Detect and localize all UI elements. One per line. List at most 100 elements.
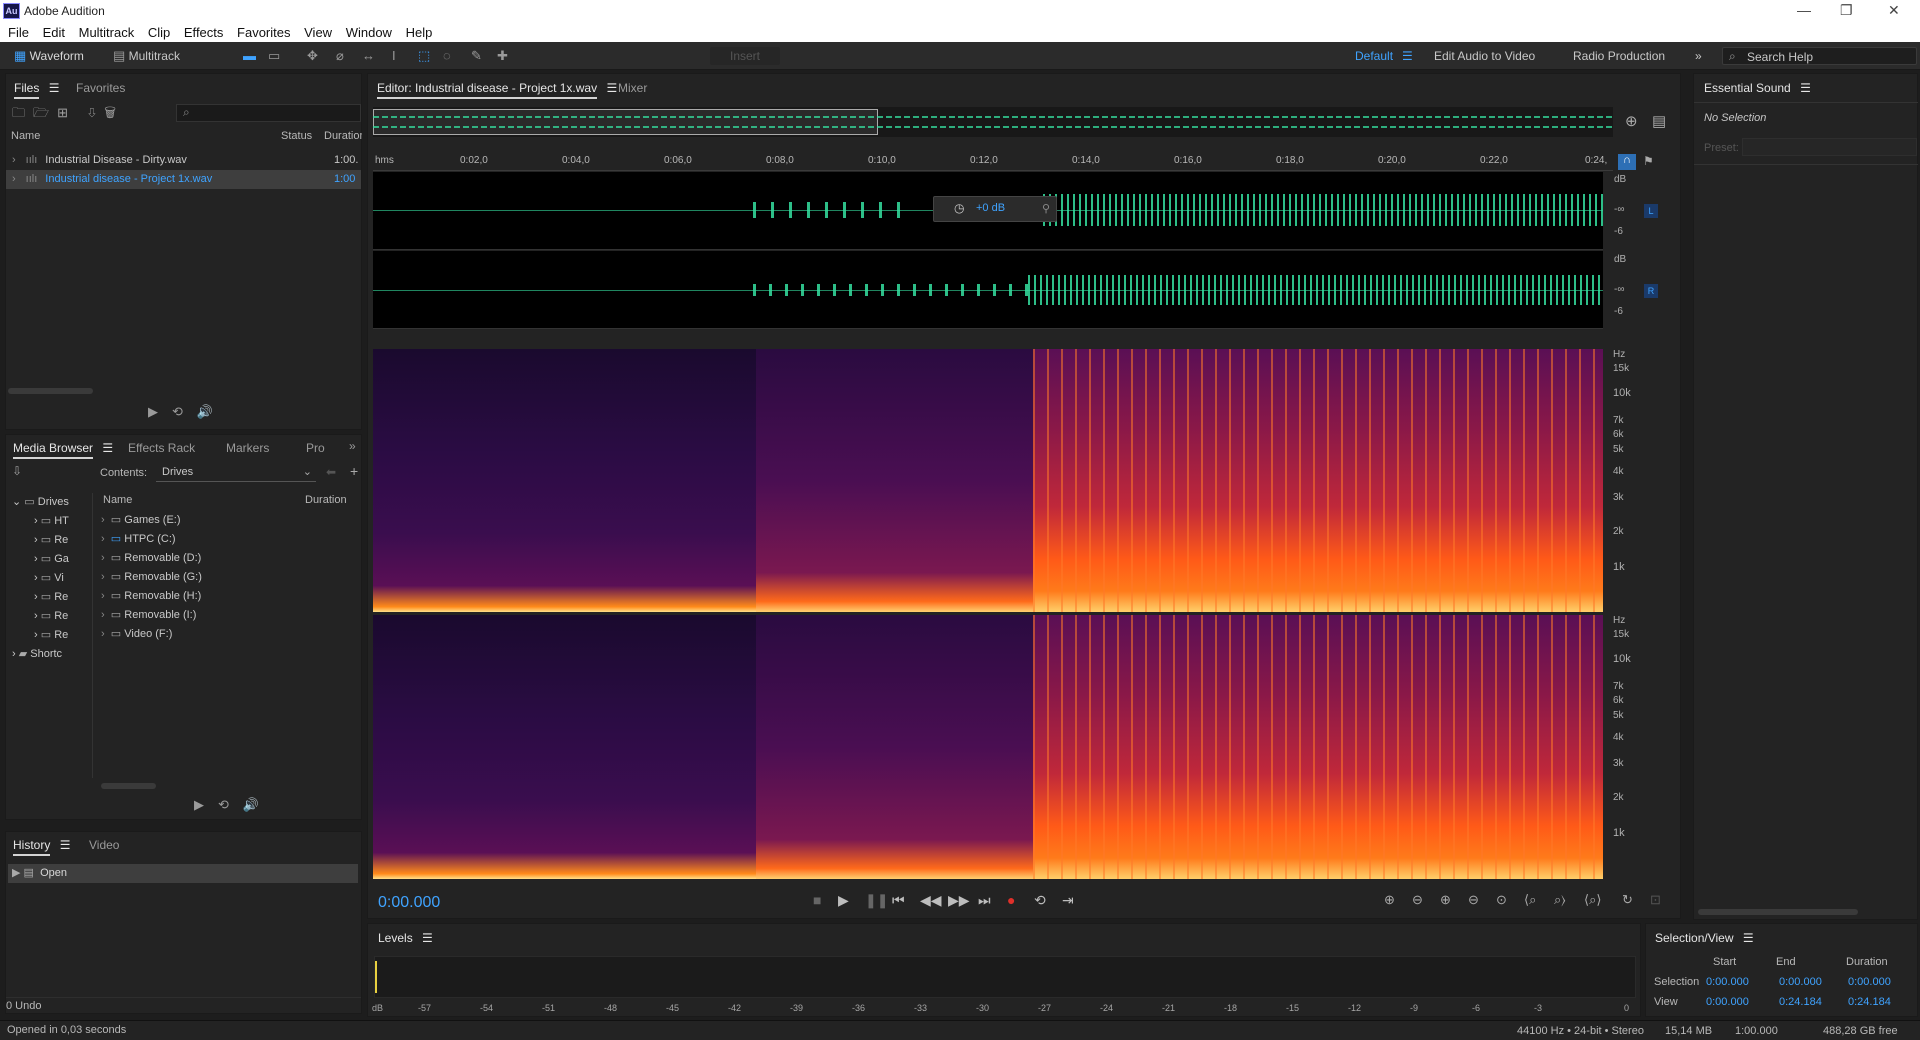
waveform-left-channel[interactable]: ◷ +0 dB ⚲ — [373, 172, 1603, 250]
skip-end-icon[interactable]: ⏭ — [978, 892, 991, 909]
tool-lasso-icon[interactable]: ◌ — [443, 47, 451, 65]
drive-row[interactable]: › ▭ Games (E:) — [101, 511, 361, 530]
menu-help[interactable]: Help — [406, 22, 433, 40]
tab-levels[interactable]: Levels ☰ — [378, 931, 433, 945]
view-end[interactable]: 0:24.184 — [1779, 996, 1822, 1008]
waveform-right-channel[interactable] — [373, 251, 1603, 329]
tool-marquee-icon[interactable]: ⬚ — [418, 47, 430, 65]
tab-selection-view[interactable]: Selection/View ☰ — [1655, 931, 1754, 945]
tab-properties[interactable]: Pro — [306, 441, 325, 455]
col-name[interactable]: Name — [103, 494, 132, 506]
overview-view-box[interactable] — [373, 109, 878, 135]
essential-scrollbar[interactable] — [1698, 909, 1858, 915]
zoom-target-icon[interactable]: ⊕ — [1625, 112, 1638, 130]
workspace-radio-production[interactable]: Radio Production — [1573, 47, 1665, 65]
file-row[interactable]: › ıılı Industrial Disease - Dirty.wav 1:00… — [6, 151, 361, 170]
drive-row[interactable]: › ▭ HTPC (C:) — [101, 530, 361, 549]
history-item[interactable]: ▶ ▤ Open — [8, 864, 358, 883]
loop-icon[interactable]: ⟲ — [1034, 892, 1046, 909]
tree-item[interactable]: › ▭ Re — [6, 531, 92, 550]
drive-row[interactable]: › ▭ Video (F:) — [101, 625, 361, 644]
pause-icon[interactable]: ❚❚ — [865, 892, 888, 909]
waveform-view-button[interactable]: ▦ Waveform — [14, 47, 84, 65]
menu-edit[interactable]: Edit — [43, 22, 65, 40]
multitrack-view-button[interactable]: ▤ Multitrack — [113, 47, 180, 65]
zoom-reset-icon[interactable]: ↻ — [1622, 892, 1633, 908]
files-search-input[interactable]: ⌕ — [176, 104, 361, 122]
zoom-in-time-icon[interactable]: ⊕ — [1440, 892, 1451, 908]
tool-spectral-icon[interactable]: ▬ — [243, 47, 256, 65]
workspace-menu-icon[interactable]: ☰ — [1402, 47, 1413, 65]
zoom-selection-icon[interactable]: ⊙ — [1496, 892, 1507, 908]
hud-gain-control[interactable]: ◷ +0 dB ⚲ — [933, 196, 1057, 222]
current-time[interactable]: 0:00.000 — [378, 894, 440, 912]
tab-history[interactable]: History ☰ — [13, 838, 70, 856]
tab-video[interactable]: Video — [89, 838, 119, 852]
tab-editor[interactable]: Editor: Industrial disease - Project 1x.… — [377, 81, 617, 99]
selection-duration[interactable]: 0:00.000 — [1848, 976, 1891, 988]
drive-row[interactable]: › ▭ Removable (I:) — [101, 606, 361, 625]
tree-item[interactable]: › ▭ Re — [6, 588, 92, 607]
files-scrollbar[interactable] — [8, 388, 93, 394]
tree-item[interactable]: › ▭ Ga — [6, 550, 92, 569]
tab-files[interactable]: Files ☰ — [14, 81, 59, 99]
tool-healing-icon[interactable]: ✚ — [497, 47, 508, 65]
channel-left-toggle[interactable]: L — [1644, 204, 1658, 218]
search-help-input[interactable]: Search Help — [1747, 50, 1813, 64]
view-duration[interactable]: 0:24.184 — [1848, 996, 1891, 1008]
zoom-in-point-icon[interactable]: ⟨⌕ — [1524, 892, 1536, 908]
col-duration[interactable]: Duration — [305, 494, 347, 506]
tab-effects-rack[interactable]: Effects Rack — [128, 441, 195, 455]
tree-item[interactable]: › ▭ Re — [6, 607, 92, 626]
play-icon[interactable]: ▶ — [838, 892, 849, 909]
tree-item[interactable]: › ▭ HT — [6, 512, 92, 531]
spectrogram-right[interactable] — [373, 615, 1603, 879]
menu-window[interactable]: Window — [346, 22, 392, 40]
workspace-edit-audio-to-video[interactable]: Edit Audio to Video — [1434, 47, 1535, 65]
view-start[interactable]: 0:00.000 — [1706, 996, 1749, 1008]
tab-media-browser[interactable]: Media Browser ☰ — [13, 441, 113, 459]
contents-dropdown[interactable]: Drives ⌄ — [156, 463, 316, 482]
stop-icon[interactable]: ■ — [813, 892, 821, 908]
file-row-selected[interactable]: › ıılı Industrial disease - Project 1x.wav… — [6, 170, 361, 189]
tree-shortcuts[interactable]: › ▰ Shortc — [6, 645, 92, 664]
col-duration[interactable]: Duration — [324, 130, 362, 142]
fast-forward-icon[interactable]: ▶▶ — [948, 892, 970, 909]
tree-item[interactable]: › ▭ Vi — [6, 569, 92, 588]
media-preview-controls[interactable]: ▶⟲🔊 — [194, 797, 273, 813]
tab-essential-sound[interactable]: Essential Sound ☰ — [1704, 81, 1811, 95]
display-settings-icon[interactable]: ▤ — [1652, 112, 1666, 130]
rewind-icon[interactable]: ◀◀ — [920, 892, 942, 909]
minimize-icon[interactable]: — — [1797, 2, 1811, 18]
zoom-full-icon[interactable]: ⟨⌕⟩ — [1584, 892, 1601, 908]
tab-mixer[interactable]: Mixer — [618, 81, 647, 95]
tool-move-icon[interactable]: ✥ — [307, 47, 318, 65]
back-icon[interactable]: ⬅ — [326, 465, 336, 479]
record-icon[interactable]: ● — [1007, 892, 1015, 908]
zoom-out-point-icon[interactable]: ⌕⟩ — [1554, 892, 1566, 908]
tab-favorites[interactable]: Favorites — [76, 81, 125, 95]
pin-icon[interactable]: ⚲ — [1042, 202, 1050, 215]
menu-effects[interactable]: Effects — [184, 22, 224, 40]
files-toolbar-icons[interactable]: 🗀🗁⊞ ⇩🗑 — [12, 104, 124, 126]
col-status[interactable]: Status — [281, 130, 312, 142]
menu-favorites[interactable]: Favorites — [237, 22, 290, 40]
zoom-out-time-icon[interactable]: ⊖ — [1468, 892, 1479, 908]
time-ruler[interactable]: hms 0:02,0 0:04,0 0:06,0 0:08,0 0:10,0 0… — [373, 153, 1613, 171]
menu-file[interactable]: File — [8, 22, 29, 40]
channel-right-toggle[interactable]: R — [1644, 284, 1658, 298]
drive-icon[interactable]: ⇩ — [12, 464, 22, 478]
drive-row[interactable]: › ▭ Removable (G:) — [101, 568, 361, 587]
media-scrollbar[interactable] — [101, 783, 156, 789]
drive-row[interactable]: › ▭ Removable (H:) — [101, 587, 361, 606]
gain-knob-icon[interactable]: ◷ — [954, 201, 964, 215]
insert-button[interactable]: Insert — [710, 47, 780, 65]
zoom-fit-icon[interactable]: ⊡ — [1650, 892, 1661, 908]
skip-selection-icon[interactable]: ⇥ — [1062, 892, 1074, 909]
menu-view[interactable]: View — [304, 22, 332, 40]
close-icon[interactable]: ✕ — [1888, 2, 1900, 19]
spectrogram-left[interactable] — [373, 349, 1603, 612]
search-help-field[interactable]: ⌕ Search Help — [1722, 47, 1917, 65]
tool-slip-icon[interactable]: ↔ — [362, 47, 375, 65]
tool-razor-icon[interactable]: ⌀ — [336, 47, 344, 65]
